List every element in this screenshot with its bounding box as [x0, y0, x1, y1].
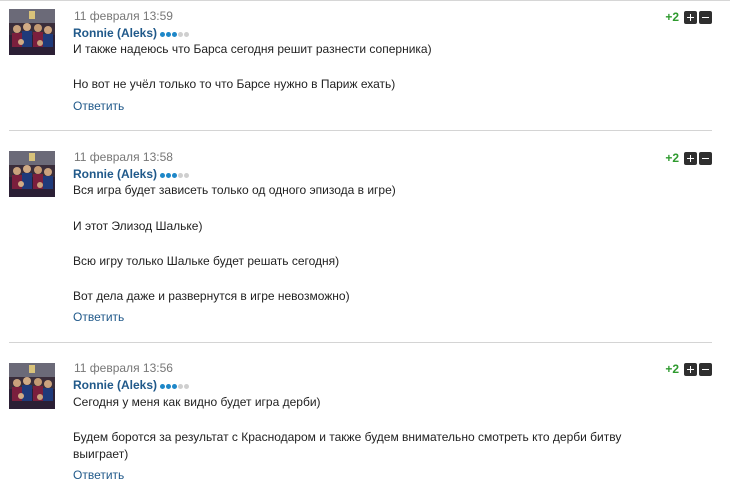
- avatar[interactable]: [9, 151, 55, 197]
- rating-dot: [166, 172, 172, 178]
- vote-controls: +2: [665, 10, 712, 24]
- avatar[interactable]: [9, 9, 55, 55]
- comment-score: +2: [665, 10, 679, 24]
- rating-dot: [178, 31, 184, 37]
- author-name[interactable]: Ronnie (Aleks): [73, 167, 157, 181]
- avatar[interactable]: [9, 363, 55, 409]
- comment-date: 11 февраля 13:59: [74, 9, 173, 23]
- comment-text: Вот дела даже и развернутся в игре невоз…: [73, 289, 350, 303]
- user-rating: [160, 378, 190, 392]
- comment-text: И этот Элизод Шальке): [73, 219, 203, 233]
- rating-dot: [160, 31, 166, 37]
- rating-dot: [166, 31, 172, 37]
- author-line: Ronnie (Aleks): [73, 167, 190, 182]
- vote-controls: +2: [665, 362, 712, 376]
- rating-dot: [160, 383, 166, 389]
- user-rating: [160, 26, 190, 40]
- rating-dot: [166, 383, 172, 389]
- plus-icon[interactable]: [684, 362, 697, 376]
- comment-date: 11 февраля 13:56: [74, 361, 173, 375]
- rating-dot: [178, 383, 184, 389]
- comment-text: Будем боротся за результат с Краснодаром…: [73, 430, 622, 461]
- comment-divider: [9, 130, 712, 131]
- rating-dot: [172, 31, 178, 37]
- vote-controls: +2: [665, 151, 712, 165]
- comment-divider: [9, 342, 712, 343]
- rating-dot: [172, 383, 178, 389]
- rating-dot: [160, 172, 166, 178]
- author-name[interactable]: Ronnie (Aleks): [73, 378, 157, 392]
- comment-score: +2: [665, 362, 679, 376]
- rating-dot: [184, 172, 190, 178]
- minus-icon[interactable]: [699, 362, 712, 376]
- author-line: Ronnie (Aleks): [73, 378, 190, 393]
- comment-text: Вся игра будет зависеть только од одного…: [73, 183, 396, 197]
- minus-icon[interactable]: [699, 151, 712, 165]
- comment-score: +2: [665, 151, 679, 165]
- reply-link[interactable]: Ответить: [73, 99, 124, 113]
- rating-dot: [184, 383, 190, 389]
- comment-text: И также надеюсь что Барса сегодня решит …: [73, 42, 432, 56]
- comment-text: Но вот не учёл только то что Барсе нужно…: [73, 77, 396, 91]
- rating-dot: [172, 172, 178, 178]
- comment-date: 11 февраля 13:58: [74, 150, 173, 164]
- plus-icon[interactable]: [684, 10, 697, 24]
- reply-link[interactable]: Ответить: [73, 310, 124, 324]
- minus-icon[interactable]: [699, 10, 712, 24]
- rating-dot: [184, 31, 190, 37]
- author-name[interactable]: Ronnie (Aleks): [73, 26, 157, 40]
- author-line: Ronnie (Aleks): [73, 26, 190, 41]
- user-rating: [160, 167, 190, 181]
- comment-text: Всю игру только Шальке будет решать сего…: [73, 254, 340, 268]
- top-border: [0, 0, 730, 1]
- rating-dot: [178, 172, 184, 178]
- plus-icon[interactable]: [684, 151, 697, 165]
- comment-text: Сегодня у меня как видно будет игра дерб…: [73, 395, 321, 409]
